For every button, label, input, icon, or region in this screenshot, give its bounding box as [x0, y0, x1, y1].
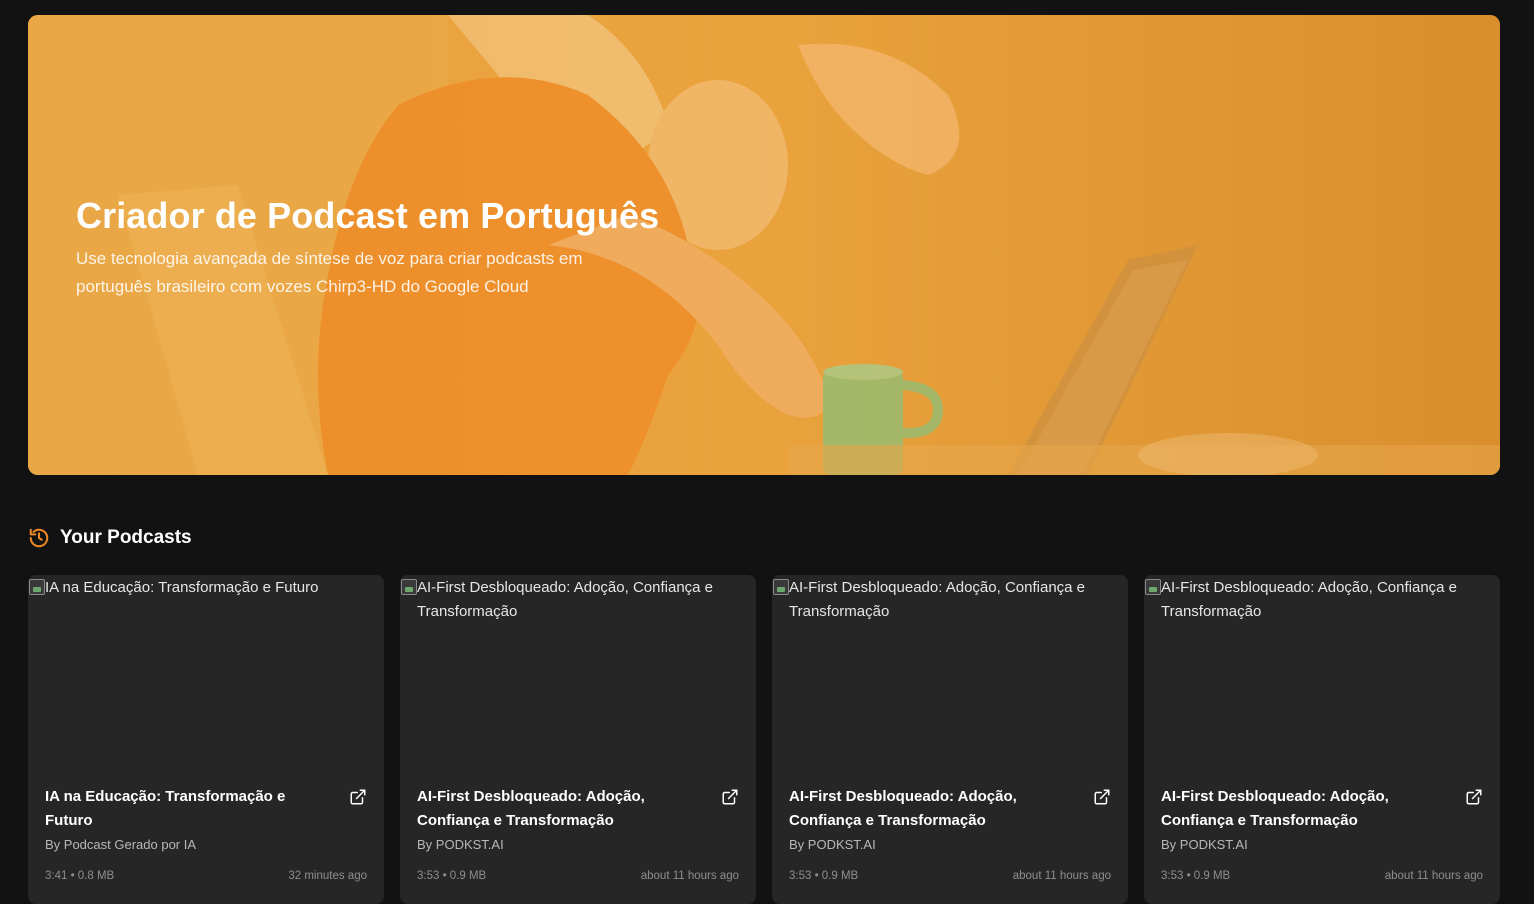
broken-image-icon — [29, 579, 45, 595]
podcast-duration-size: 3:53 • 0.9 MB — [417, 870, 487, 882]
podcast-meta: 3:53 • 0.9 MB about 11 hours ago — [417, 870, 739, 882]
podcast-list: IA na Educação: Transformação e Futuro I… — [28, 575, 1500, 904]
podcast-author: By PODKST.AI — [417, 837, 504, 852]
external-link-icon[interactable] — [349, 788, 367, 806]
podcast-title[interactable]: AI-First Desbloqueado: Adoção, Confiança… — [417, 785, 707, 833]
podcast-created-time: 32 minutes ago — [288, 870, 367, 882]
image-alt-text: IA na Educação: Transformação e Futuro — [45, 579, 319, 596]
podcast-author: By PODKST.AI — [789, 837, 876, 852]
hero-title: Criador de Podcast em Português — [76, 195, 660, 236]
podcast-duration-size: 3:41 • 0.8 MB — [45, 870, 115, 882]
card-title-row: AI-First Desbloqueado: Adoção, Confiança… — [789, 785, 1111, 833]
podcast-meta: 3:53 • 0.9 MB about 11 hours ago — [789, 870, 1111, 882]
external-link-icon[interactable] — [1093, 788, 1111, 806]
external-link-icon[interactable] — [721, 788, 739, 806]
podcast-title[interactable]: IA na Educação: Transformação e Futuro — [45, 785, 335, 833]
your-podcasts-header: Your Podcasts — [28, 524, 192, 552]
external-link-icon[interactable] — [1465, 788, 1483, 806]
page: Criador de Podcast em Português Use tecn… — [0, 0, 1534, 904]
broken-image: AI-First Desbloqueado: Adoção, Confiança… — [772, 575, 1128, 624]
section-title: Your Podcasts — [60, 527, 192, 548]
podcast-title[interactable]: AI-First Desbloqueado: Adoção, Confiança… — [789, 785, 1079, 833]
hero-subtitle: Use tecnologia avançada de síntese de vo… — [76, 249, 583, 296]
hero-text: Criador de Podcast em Português Use tecn… — [76, 195, 696, 301]
podcast-thumbnail[interactable]: AI-First Desbloqueado: Adoção, Confiança… — [400, 575, 756, 775]
image-alt-text: AI-First Desbloqueado: Adoção, Confiança… — [417, 579, 714, 620]
image-alt-text: AI-First Desbloqueado: Adoção, Confiança… — [1161, 579, 1458, 620]
podcast-thumbnail[interactable]: AI-First Desbloqueado: Adoção, Confiança… — [772, 575, 1128, 775]
podcast-created-time: about 11 hours ago — [640, 870, 739, 882]
podcast-meta: 3:41 • 0.8 MB 32 minutes ago — [45, 870, 367, 882]
podcast-author: By Podcast Gerado por IA — [45, 837, 197, 852]
podcast-thumbnail[interactable]: IA na Educação: Transformação e Futuro — [28, 575, 384, 775]
card-title-row: AI-First Desbloqueado: Adoção, Confiança… — [417, 785, 739, 833]
broken-image-icon — [1145, 579, 1161, 595]
podcast-duration-size: 3:53 • 0.9 MB — [789, 870, 859, 882]
hero-banner: Criador de Podcast em Português Use tecn… — [28, 15, 1500, 475]
broken-image-icon — [401, 579, 417, 595]
podcast-created-time: about 11 hours ago — [1384, 870, 1483, 882]
podcast-created-time: about 11 hours ago — [1012, 870, 1111, 882]
podcast-thumbnail[interactable]: AI-First Desbloqueado: Adoção, Confiança… — [1144, 575, 1500, 775]
broken-image: AI-First Desbloqueado: Adoção, Confiança… — [1144, 575, 1500, 624]
podcast-card[interactable]: IA na Educação: Transformação e Futuro I… — [28, 575, 384, 904]
podcast-meta: 3:53 • 0.9 MB about 11 hours ago — [1161, 870, 1483, 882]
card-title-row: IA na Educação: Transformação e Futuro — [45, 785, 367, 833]
podcast-duration-size: 3:53 • 0.9 MB — [1161, 870, 1231, 882]
podcast-author: By PODKST.AI — [1161, 837, 1248, 852]
podcast-card[interactable]: AI-First Desbloqueado: Adoção, Confiança… — [1144, 575, 1500, 904]
card-title-row: AI-First Desbloqueado: Adoção, Confiança… — [1161, 785, 1483, 833]
podcast-card[interactable]: AI-First Desbloqueado: Adoção, Confiança… — [772, 575, 1128, 904]
podcast-title[interactable]: AI-First Desbloqueado: Adoção, Confiança… — [1161, 785, 1451, 833]
podcast-card[interactable]: AI-First Desbloqueado: Adoção, Confiança… — [400, 575, 756, 904]
broken-image: IA na Educação: Transformação e Futuro — [28, 575, 384, 600]
history-icon — [29, 528, 49, 548]
image-alt-text: AI-First Desbloqueado: Adoção, Confiança… — [789, 579, 1086, 620]
broken-image-icon — [773, 579, 789, 595]
broken-image: AI-First Desbloqueado: Adoção, Confiança… — [400, 575, 756, 624]
